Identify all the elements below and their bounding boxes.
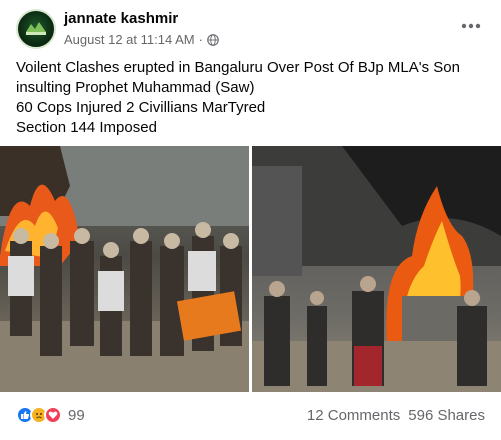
post-text-line: Section 144 Imposed [16, 119, 157, 136]
post-meta: August 12 at 11:14 AM · [64, 32, 219, 47]
more-horizontal-icon [461, 23, 481, 29]
page-avatar[interactable] [16, 9, 56, 49]
reaction-count[interactable]: 99 [68, 407, 85, 424]
page-logo-icon [26, 22, 46, 35]
post-stats: 99 12 Comments 596 Shares [16, 404, 485, 426]
post-timestamp[interactable]: August 12 at 11:14 AM [64, 32, 195, 47]
photo-2-scene [252, 146, 501, 392]
post-text-line: insulting Prophet Muhammad (Saw) [16, 79, 255, 96]
post-text-line: 60 Cops Injured 2 Civillians MarTyred [16, 99, 266, 116]
post-photo-2[interactable] [252, 146, 501, 392]
post-options-button[interactable] [455, 12, 487, 40]
feed-post: jannate kashmir August 12 at 11:14 AM · … [0, 0, 501, 440]
photo-1-scene [0, 146, 249, 392]
post-text-line: Voilent Clashes erupted in Bangaluru Ove… [16, 59, 460, 76]
comments-count[interactable]: 12 Comments [307, 407, 400, 424]
page-name[interactable]: jannate kashmir [64, 10, 178, 27]
reaction-summary[interactable]: 99 [16, 406, 85, 424]
meta-separator: · [198, 32, 203, 47]
post-photo-1[interactable] [0, 146, 249, 392]
love-icon [44, 406, 62, 424]
globe-icon[interactable] [207, 33, 219, 46]
shares-count[interactable]: 596 Shares [408, 407, 485, 424]
post-text: Voilent Clashes erupted in Bangaluru Ove… [16, 58, 491, 138]
